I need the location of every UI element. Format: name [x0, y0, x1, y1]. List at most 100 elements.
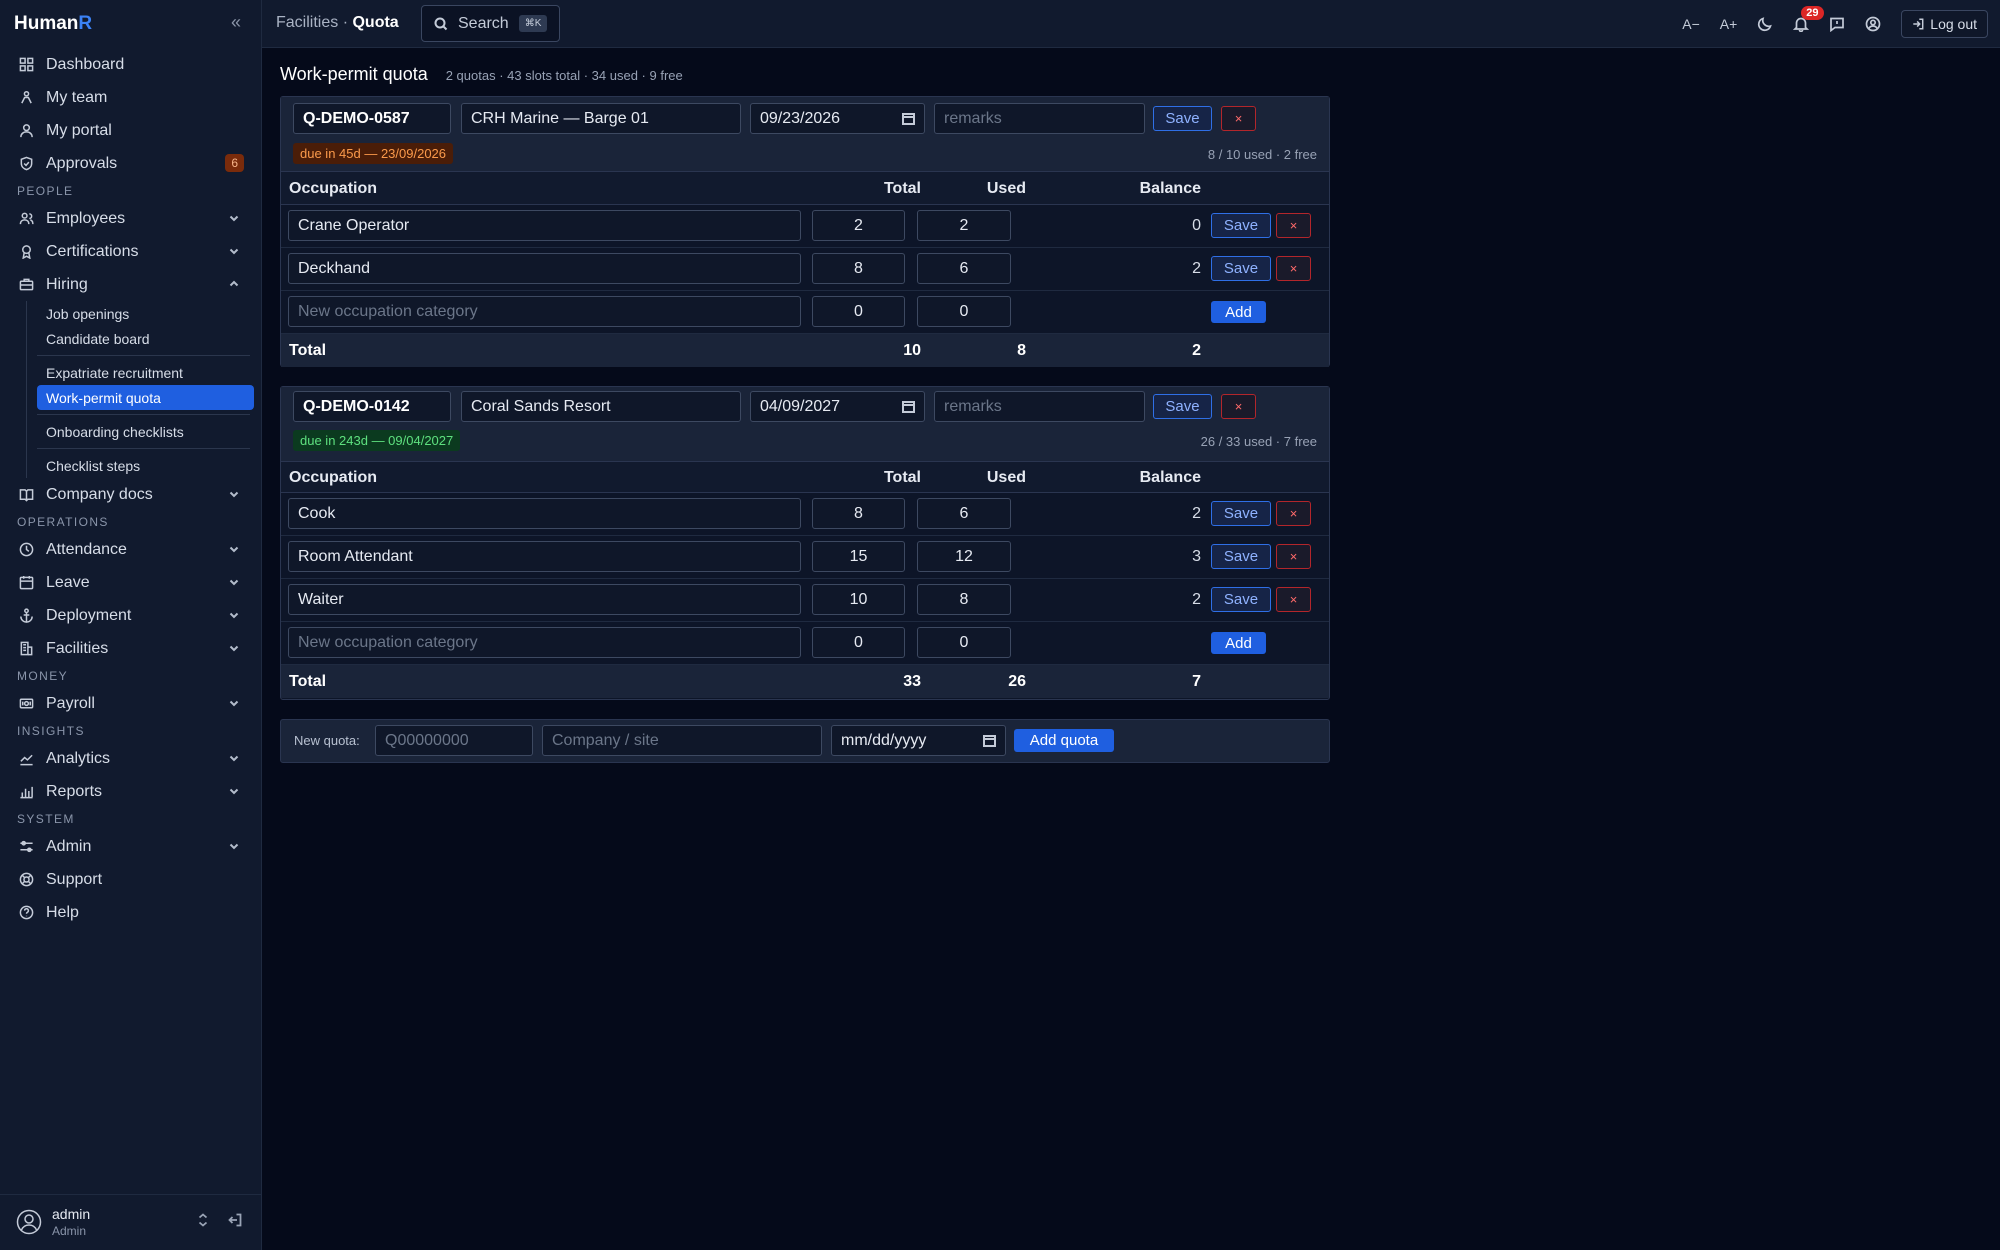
sidebar-item-attendance[interactable]: Attendance	[0, 533, 262, 566]
users-icon	[18, 211, 34, 227]
due-badge: due in 45d — 23/09/2026	[293, 143, 454, 164]
save-row-button[interactable]: Save	[1211, 587, 1271, 612]
sidebar-item-facilities[interactable]: Facilities	[0, 632, 262, 665]
calendar-icon[interactable]	[902, 400, 915, 413]
new-quota-date-input[interactable]: mm/dd/yyyy	[831, 725, 1006, 756]
quota-date-input[interactable]: 09/23/2026	[750, 103, 925, 134]
sidebar-subitem-work-permit-quota[interactable]: Work-permit quota	[37, 385, 254, 410]
brand-logo[interactable]: HumanR	[14, 13, 92, 35]
page-header: Work-permit quota 2 quotas · 43 slots to…	[280, 64, 683, 85]
save-quota-button[interactable]: Save	[1153, 106, 1212, 131]
sidebar-item-leave[interactable]: Leave	[0, 566, 262, 599]
quota-code-input[interactable]: Q-DEMO-0587	[293, 103, 451, 134]
section-label-insights: INSIGHTS	[17, 724, 85, 738]
occupation-input[interactable]: Deckhand	[288, 253, 801, 284]
avatar[interactable]	[16, 1209, 42, 1235]
total-input[interactable]: 8	[812, 253, 905, 284]
column-header-total: Total	[883, 180, 921, 197]
occupation-input[interactable]: Room Attendant	[288, 541, 801, 572]
sidebar-item-company-docs[interactable]: Company docs	[0, 478, 262, 511]
delete-row-button[interactable]: ×	[1276, 213, 1311, 238]
save-row-button[interactable]: Save	[1211, 501, 1271, 526]
sidebar-item-help[interactable]: Help	[0, 896, 262, 929]
bell-icon[interactable]: 29	[1793, 6, 1824, 37]
approvals-count-badge: 6	[225, 154, 244, 172]
font-increase-button[interactable]: A+	[1720, 11, 1738, 37]
table-row: Deckhand 8 6 2 Save ×	[281, 248, 1329, 291]
new-total-input[interactable]: 0	[812, 627, 905, 658]
occupation-input[interactable]: Waiter	[288, 584, 801, 615]
quota-remarks-input[interactable]: remarks	[934, 103, 1145, 134]
new-used-input[interactable]: 0	[917, 296, 1011, 327]
calendar-icon[interactable]	[902, 112, 915, 125]
total-input[interactable]: 10	[812, 584, 905, 615]
quota-company-input[interactable]: Coral Sands Resort	[461, 391, 741, 422]
collapse-sidebar-icon[interactable]: «	[226, 12, 246, 34]
add-occupation-button[interactable]: Add	[1211, 301, 1266, 323]
total-input[interactable]: 8	[812, 498, 905, 529]
font-decrease-button[interactable]: A−	[1682, 11, 1700, 37]
delete-row-button[interactable]: ×	[1276, 587, 1311, 612]
moon-icon[interactable]	[1757, 11, 1773, 37]
user-circle-icon[interactable]	[1865, 11, 1881, 37]
logout-button[interactable]: Log out	[1901, 10, 1988, 38]
used-input[interactable]: 6	[917, 253, 1011, 284]
banknote-icon	[18, 696, 34, 712]
sidebar-item-admin[interactable]: Admin	[0, 830, 262, 863]
new-quota-code-input[interactable]: Q00000000	[375, 725, 533, 756]
used-input[interactable]: 12	[917, 541, 1011, 572]
quota-remarks-input[interactable]: remarks	[934, 391, 1145, 422]
table-footer: Total 10 8 2	[281, 334, 1329, 367]
chevrons-up-down-icon[interactable]	[196, 1213, 210, 1232]
add-quota-button[interactable]: Add quota	[1014, 729, 1114, 752]
breadcrumb-parent[interactable]: Facilities	[276, 14, 338, 31]
sidebar-item-employees[interactable]: Employees	[0, 202, 262, 235]
sidebar-item-dashboard[interactable]: Dashboard	[0, 48, 262, 81]
sidebar-subitem-checklist-steps[interactable]: Checklist steps	[37, 453, 254, 478]
new-occupation-input[interactable]: New occupation category	[288, 296, 801, 327]
quota-company-input[interactable]: CRH Marine — Barge 01	[461, 103, 741, 134]
delete-row-button[interactable]: ×	[1276, 501, 1311, 526]
total-input[interactable]: 15	[812, 541, 905, 572]
sidebar-item-my-portal[interactable]: My portal	[0, 114, 262, 147]
save-quota-button[interactable]: Save	[1153, 394, 1212, 419]
message-icon[interactable]	[1829, 11, 1845, 37]
used-input[interactable]: 6	[917, 498, 1011, 529]
new-occupation-input[interactable]: New occupation category	[288, 627, 801, 658]
new-quota-company-input[interactable]: Company / site	[542, 725, 822, 756]
new-used-input[interactable]: 0	[917, 627, 1011, 658]
sidebar-subitem-onboarding-checklists[interactable]: Onboarding checklists	[37, 419, 254, 444]
save-row-button[interactable]: Save	[1211, 256, 1271, 281]
new-total-input[interactable]: 0	[812, 296, 905, 327]
delete-row-button[interactable]: ×	[1276, 256, 1311, 281]
sidebar-item-my-team[interactable]: My team	[0, 81, 262, 114]
sidebar-subitem-candidate-board[interactable]: Candidate board	[37, 326, 254, 351]
sidebar-item-deployment[interactable]: Deployment	[0, 599, 262, 632]
save-row-button[interactable]: Save	[1211, 544, 1271, 569]
occupation-input[interactable]: Crane Operator	[288, 210, 801, 241]
sidebar-item-certifications[interactable]: Certifications	[0, 235, 262, 268]
delete-quota-button[interactable]: ×	[1221, 394, 1256, 419]
quota-date-input[interactable]: 04/09/2027	[750, 391, 925, 422]
sidebar-subitem-job-openings[interactable]: Job openings	[37, 301, 254, 326]
used-input[interactable]: 2	[917, 210, 1011, 241]
sidebar-item-support[interactable]: Support	[0, 863, 262, 896]
quota-code-input[interactable]: Q-DEMO-0142	[293, 391, 451, 422]
lifebuoy-icon	[18, 872, 34, 888]
add-occupation-button[interactable]: Add	[1211, 632, 1266, 654]
sidebar-item-hiring[interactable]: Hiring	[0, 268, 262, 301]
delete-quota-button[interactable]: ×	[1221, 106, 1256, 131]
delete-row-button[interactable]: ×	[1276, 544, 1311, 569]
calendar-icon[interactable]	[983, 734, 996, 747]
sidebar-item-payroll[interactable]: Payroll	[0, 687, 262, 720]
sign-out-icon[interactable]	[228, 1213, 242, 1232]
occupation-input[interactable]: Cook	[288, 498, 801, 529]
sidebar-item-analytics[interactable]: Analytics	[0, 742, 262, 775]
sidebar-item-approvals[interactable]: Approvals 6	[0, 147, 262, 180]
sidebar-item-reports[interactable]: Reports	[0, 775, 262, 808]
sidebar-subitem-expatriate-recruitment[interactable]: Expatriate recruitment	[37, 360, 254, 385]
save-row-button[interactable]: Save	[1211, 213, 1271, 238]
used-input[interactable]: 8	[917, 584, 1011, 615]
search-button[interactable]: Search ⌘K	[421, 5, 560, 42]
total-input[interactable]: 2	[812, 210, 905, 241]
